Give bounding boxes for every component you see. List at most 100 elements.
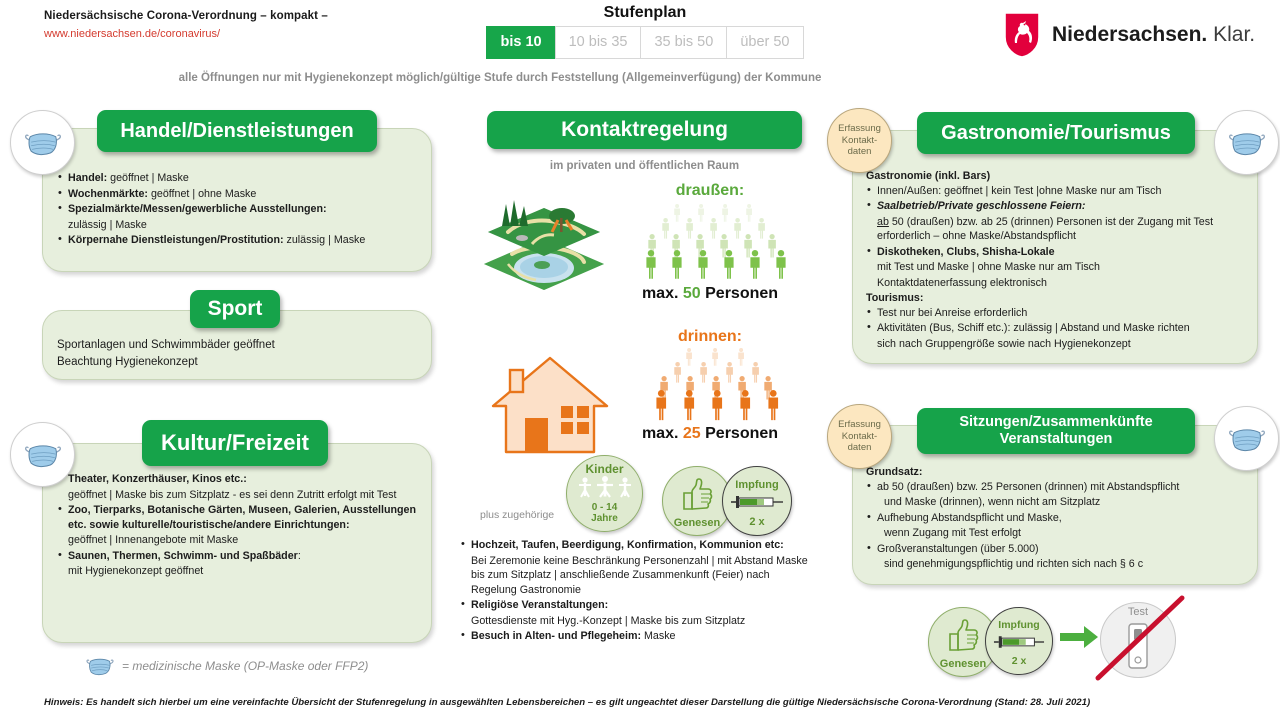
kultur-title: Kultur/Freizeit <box>161 430 309 456</box>
mask-badge-handel <box>10 110 75 175</box>
sitzungen-heading: Grundsatz: <box>866 466 923 478</box>
gastro-heading-1: Gastronomie (inkl. Bars) <box>866 170 991 182</box>
outdoor-people-pictogram <box>618 204 802 293</box>
contact-badge-line-3: daten <box>847 146 872 158</box>
website-url-link[interactable]: www.niedersachsen.de/coronavirus/ <box>44 28 424 40</box>
kinder-status-circle: Kinder 0 - 14 Jahre <box>566 455 643 532</box>
syringe-icon <box>993 635 1045 648</box>
list-item: Zoo, Tierparks, Botanische Gärten, Musee… <box>57 502 417 532</box>
panel-gastronomie-tourismus: Gastronomie (inkl. Bars) Innen/Außen: ge… <box>852 130 1258 364</box>
sport-title-pill[interactable]: Sport <box>190 290 280 328</box>
logo-wordmark-light: Klar. <box>1213 23 1256 46</box>
list-item: Innen/Außen: geöffnet | kein Test |ohne … <box>866 183 1244 199</box>
list-item: Diskotheken, Clubs, Shisha-Lokale <box>866 244 1244 260</box>
handel-title: Handel/Dienstleistungen <box>120 119 354 142</box>
stufenplan-step-2[interactable]: 35 bis 50 <box>640 26 728 59</box>
sitzungen-title-line-2: Veranstaltungen <box>999 431 1113 447</box>
contact-data-badge-gastro: Erfassung Kontakt- daten <box>827 108 892 173</box>
niedersachsen-logo: Niedersachsen. Klar. <box>1003 11 1255 59</box>
medical-mask-icon <box>24 444 61 467</box>
list-item: Hochzeit, Taufen, Beerdigung, Konfirmati… <box>460 537 810 553</box>
impfung-status-circle-2: Impfung 2 x <box>985 607 1053 675</box>
header-left-block: Niedersächsische Corona-Verordnung – kom… <box>44 10 424 40</box>
kultur-items-list: Theater, Konzerthäuser, Kinos etc.:geöff… <box>57 471 417 579</box>
medical-mask-icon <box>1228 132 1265 155</box>
mask-badge-sitzungen <box>1214 406 1279 471</box>
sport-title: Sport <box>207 296 263 320</box>
gastro-title-pill[interactable]: Gastronomie/Tourismus <box>917 112 1195 154</box>
page-title: Niedersächsische Corona-Verordnung – kom… <box>44 10 328 22</box>
list-item: wenn Zugang mit Test erfolgt <box>884 527 1022 540</box>
list-item: sind genehmigungspflichtig und richten s… <box>884 558 1144 571</box>
hygiene-note: alle Öffnungen nur mit Hygienekonzept mö… <box>178 72 822 84</box>
list-item: Saunen, Thermen, Schwimm- und Spaßbäder: <box>57 548 417 564</box>
list-item: sich nach Gruppengröße sowie nach Hygien… <box>877 338 1131 351</box>
kultur-title-pill[interactable]: Kultur/Freizeit <box>142 420 328 466</box>
contact-badge-line-2: Kontakt- <box>841 430 878 442</box>
outdoor-max-suffix: Personen <box>700 285 779 302</box>
stufenplan-step-0[interactable]: bis 10 <box>486 26 556 59</box>
impfung-label: Impfung <box>735 479 779 492</box>
kontakt-events-block: Hochzeit, Taufen, Beerdigung, Konfirmati… <box>460 537 810 645</box>
list-item: zulässig | Maske <box>68 218 147 231</box>
mask-badge-gastro <box>1214 110 1279 175</box>
list-item: Religiöse Veranstaltungen: <box>460 597 810 613</box>
medical-mask-icon <box>24 132 61 155</box>
house-illustration <box>487 352 613 463</box>
medical-mask-icon <box>86 658 114 676</box>
gastro-title: Gastronomie/Tourismus <box>941 121 1171 144</box>
kinder-age-line1: 0 - 14 <box>591 501 618 513</box>
syringe-icon <box>731 495 783 508</box>
list-item: Theater, Konzerthäuser, Kinos etc.: <box>57 471 417 487</box>
indoor-max-suffix: Personen <box>700 425 779 442</box>
list-item: Spezialmärkte/Messen/gewerbliche Ausstel… <box>57 201 417 217</box>
mask-legend: = medizinische Maske (OP-Maske oder FFP2… <box>85 655 368 677</box>
list-item: Kontaktdatenerfassung elektronisch <box>877 276 1047 289</box>
outdoor-max-prefix: max. <box>641 285 683 302</box>
list-item: Gottesdienste mit Hyg.-Konzept | Maske b… <box>471 614 746 627</box>
list-item: und Maske (drinnen), wenn nicht am Sitzp… <box>884 496 1101 509</box>
contact-data-badge-sitzungen: Erfassung Kontakt- daten <box>827 404 892 469</box>
thumbs-up-icon <box>949 619 979 651</box>
kontaktregelung-title: Kontaktregelung <box>561 117 728 141</box>
stufenplan-block: Stufenplan bis 10 10 bis 35 35 bis 50 über … <box>470 4 820 59</box>
list-item: geöffnet | Maske bis zum Sitzplatz - es … <box>68 488 397 501</box>
list-item: ab 50 (draußen) bzw. ab 25 (drinnen) Per… <box>877 215 1214 243</box>
stufenplan-steps: bis 10 10 bis 35 35 bis 50 über 50 <box>470 26 820 59</box>
impfung-label-2: Impfung <box>998 618 1040 631</box>
footer-disclaimer: Hinweis: Es handelt sich hierbei um eine… <box>44 697 1091 708</box>
contact-badge-line-3: daten <box>847 442 872 454</box>
drinnen-label: drinnen: <box>678 328 742 345</box>
list-item: Besuch in Alten- und Pflegeheim: Maske <box>460 628 810 644</box>
stufenplan-step-3[interactable]: über 50 <box>726 26 804 59</box>
list-item: Wochenmärkte: geöffnet | ohne Maske <box>57 186 417 202</box>
list-item: Großveranstaltungen (über 5.000) <box>866 541 1244 557</box>
list-item: mit Test und Maske | ohne Maske nur am T… <box>877 261 1100 274</box>
logo-wordmark: Niedersachsen. Klar. <box>1052 23 1255 47</box>
draussen-label: draußen: <box>675 182 745 199</box>
list-item: Bei Zeremonie keine Beschränkung Persone… <box>471 554 808 596</box>
panel-kultur-freizeit: Theater, Konzerthäuser, Kinos etc.:geöff… <box>42 443 432 643</box>
genesen-label: Genesen <box>673 516 721 529</box>
contact-badge-line-1: Erfassung <box>838 122 881 134</box>
list-item: ab 50 (draußen) bzw. 25 Personen (drinne… <box>866 479 1244 495</box>
upper-terrain-layer <box>488 200 600 256</box>
indoor-max-prefix: max. <box>641 425 683 442</box>
outdoor-max-label: max. 50 Personen <box>618 285 802 303</box>
handel-title-pill[interactable]: Handel/Dienstleistungen <box>97 110 377 152</box>
impfung-count: 2 x <box>749 515 765 528</box>
stufenplan-step-1[interactable]: 10 bis 35 <box>554 26 642 59</box>
indoor-max-value: 25 <box>682 425 701 442</box>
contact-badge-line-1: Erfassung <box>838 418 881 430</box>
kontaktregelung-title-pill[interactable]: Kontaktregelung <box>487 111 802 149</box>
impfung-status-circle: Impfung 2 x <box>722 466 792 536</box>
list-item: mit Hygienekonzept geöffnet <box>68 565 204 578</box>
sitzungen-title-pill[interactable]: Sitzungen/Zusammenkünfte Veranstaltungen <box>917 408 1195 454</box>
thumbs-up-icon <box>683 478 713 510</box>
list-item: Aufhebung Abstandspflicht und Maske, <box>866 510 1244 526</box>
indoor-max-label: max. 25 Personen <box>618 425 802 443</box>
kinder-age-line2: Jahre <box>591 512 618 524</box>
medical-mask-icon <box>1228 428 1265 451</box>
impfung-count-2: 2 x <box>1011 654 1027 667</box>
outdoor-max-value: 50 <box>682 285 701 302</box>
